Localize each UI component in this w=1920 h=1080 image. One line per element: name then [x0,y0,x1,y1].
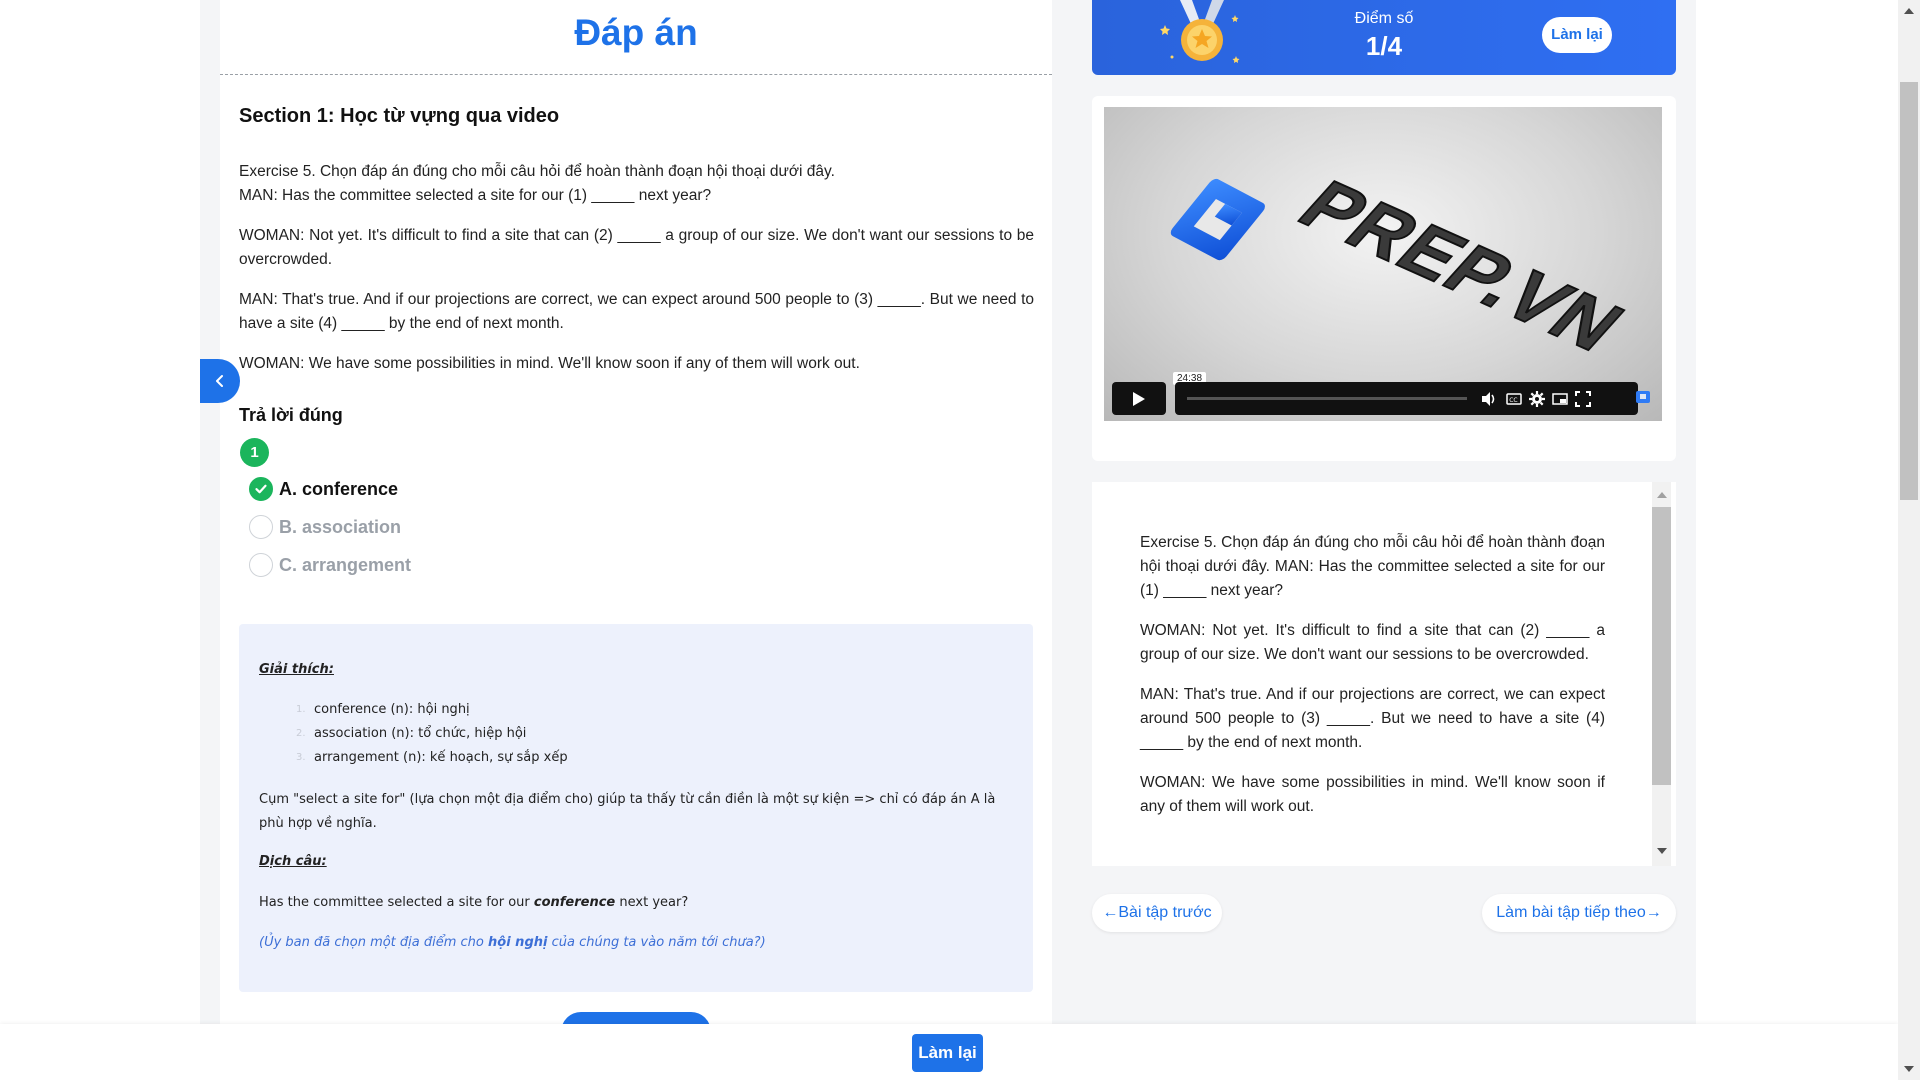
next-exercise-button[interactable]: Làm bài tập tiếp theo→ [1482,894,1676,932]
passage-scroll-thumb[interactable] [1652,507,1671,785]
passage-card: Exercise 5. Chọn đáp án đúng cho mỗi câu… [1092,482,1676,866]
passage-man-2: MAN: That's true. And if our projections… [1140,686,1605,751]
previous-exercise-button[interactable]: ←Bài tập trước [1092,894,1222,932]
explanation-item-text: association (n): tổ chức, hiệp hội [314,726,527,741]
bottom-action-bar: Làm lại [0,1024,1898,1080]
video-card: PREP.VN 24:38 CC [1092,96,1676,461]
sentence-before: Has the committee selected a site for ou… [259,895,534,910]
option-a: A. conference [249,475,398,503]
passage-woman-1: WOMAN: Not yet. It's difficult to find a… [1140,622,1605,663]
explanation-item: 3. arrangement (n): kế hoạch, sự sắp xếp [296,750,568,765]
explanation-item-number: 3. [296,752,306,763]
play-button[interactable] [1112,382,1166,415]
right-gutter [1696,0,1898,1080]
explanation-heading: Giải thích: [259,662,334,677]
video-progress-bar[interactable] [1187,397,1467,400]
translation-after: của chúng ta vào năm tới chưa?) [547,935,766,950]
left-gutter [0,0,200,1080]
passage-man-1: MAN: Has the committee selected a site f… [239,187,712,204]
fullscreen-icon[interactable] [1574,390,1592,408]
radio-empty-icon [249,515,273,539]
page-scroll-thumb[interactable] [1900,82,1918,500]
video-control-bar: CC [1175,382,1638,415]
title-divider [220,74,1052,75]
explanation-item: 1. conference (n): hội nghị [296,702,470,717]
gear-icon[interactable] [1528,390,1546,408]
svg-text:CC: CC [1509,397,1517,404]
scroll-down-arrow-icon[interactable] [1657,848,1667,854]
sentence-translation: (Ủy ban đã chọn một địa điểm cho hội ngh… [259,935,766,950]
sentence-after: next year? [615,895,689,910]
sentence-key-word: conference [533,895,616,910]
translation-key-word: hội nghị [488,935,548,950]
bottom-retry-button[interactable]: Làm lại [912,1034,983,1072]
option-a-label: A. conference [279,478,399,499]
passage-woman-2: WOMAN: We have some possibilities in min… [1140,774,1605,815]
page-scrollbar[interactable] [1898,0,1920,1080]
passage-scroll-content: Exercise 5. Chọn đáp án đúng cho mỗi câu… [1140,531,1605,835]
retry-button[interactable]: Làm lại [1542,17,1612,53]
score-card: Điểm số 1/4 Làm lại [1092,0,1676,75]
radio-empty-icon [249,553,273,577]
video-logo-text: PREP.VN [1282,167,1641,366]
explanation-box: Giải thích: 1. conference (n): hội nghị … [239,624,1033,992]
passage-man-2: MAN: That's true. And if our projections… [239,291,1034,332]
play-icon [1133,391,1145,406]
volume-icon[interactable] [1480,390,1498,408]
example-sentence: Has the committee selected a site for ou… [259,895,688,910]
answer-panel: Đáp án Section 1: Học từ vựng qua video … [220,0,1052,1030]
correct-answers-heading: Trả lời đúng [239,405,343,425]
explanation-item-number: 2. [296,728,306,739]
chevron-left-icon [216,375,223,387]
option-c: C. arrangement [249,551,411,579]
translation-heading: Dịch câu: [259,854,327,869]
captions-icon[interactable]: CC [1505,390,1523,408]
passage-scrollbar[interactable] [1652,482,1671,866]
page-scroll-up-icon[interactable] [1904,8,1914,14]
prep-watermark-icon [1636,391,1650,403]
explanation-item-text: conference (n): hội nghị [314,702,470,717]
passage: Exercise 5. Chọn đáp án đúng cho mỗi câu… [239,160,1034,392]
passage-intro-and-man-1: Exercise 5. Chọn đáp án đúng cho mỗi câu… [1140,531,1605,603]
option-b-label: B. association [279,516,402,537]
passage-intro: Exercise 5. Chọn đáp án đúng cho mỗi câu… [239,163,835,180]
passage-woman-1: WOMAN: Not yet. It's difficult to find a… [239,227,1034,268]
page-scroll-down-icon[interactable] [1904,1066,1914,1072]
video-player[interactable]: PREP.VN 24:38 CC [1104,107,1662,421]
passage-woman-2: WOMAN: We have some possibilities in min… [239,355,860,372]
option-b: B. association [249,513,401,541]
question-number-badge[interactable]: 1 [240,438,269,467]
scroll-up-arrow-icon[interactable] [1657,492,1667,498]
explanation-item-text: arrangement (n): kế hoạch, sự sắp xếp [314,750,568,765]
page-title: Đáp án [574,12,698,53]
explanation-item-number: 1. [296,704,306,715]
explanation-paragraph: Cụm "select a site for" (lựa chọn một đị… [259,792,996,831]
check-circle-icon [249,477,273,501]
translation-before: (Ủy ban đã chọn một địa điểm cho [259,935,489,950]
picture-in-picture-icon[interactable] [1551,390,1569,408]
explanation-item: 2. association (n): tổ chức, hiệp hội [296,726,527,741]
option-c-label: C. arrangement [279,554,412,575]
section-title: Section 1: Học từ vựng qua video [239,105,560,127]
